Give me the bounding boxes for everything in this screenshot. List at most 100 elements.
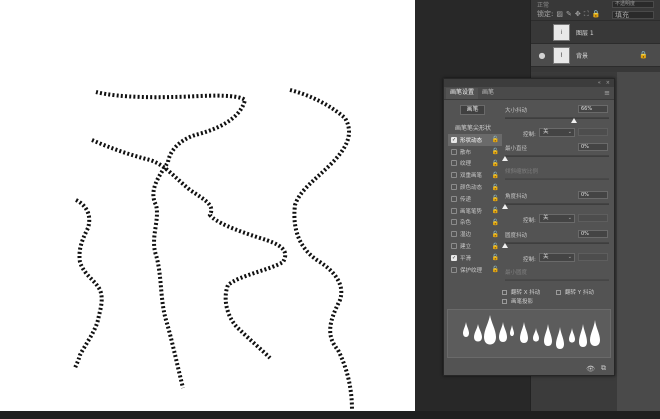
checkbox-icon[interactable]	[451, 266, 457, 273]
brush-option-item[interactable]: 散布 🔓	[448, 146, 502, 158]
brush-option-label: 形状动态	[460, 137, 483, 144]
brush-option-item[interactable]: 颜色动态 🔓	[448, 181, 502, 193]
lock-pixels-icon[interactable]: ✎	[566, 11, 572, 18]
angle-jitter-value[interactable]: 0%	[578, 191, 608, 199]
size-jitter-thumb[interactable]	[570, 118, 577, 123]
brush-option-label: 颜色动态	[460, 185, 483, 192]
roundness-jitter-label: 圆度抖动	[505, 233, 528, 239]
angle-jitter-label: 角度抖动	[505, 194, 528, 200]
checkbox-icon[interactable]: ✓	[451, 136, 457, 143]
control-select-3[interactable]: 关 ⌄	[539, 253, 575, 262]
checkbox-icon	[556, 289, 561, 295]
layer-row-background[interactable]: ● ⌇ 背景 🔒	[531, 44, 660, 67]
control-extra-field	[578, 253, 608, 261]
lock-icon[interactable]: 🔓	[492, 243, 499, 250]
lock-icon[interactable]: 🔓	[492, 172, 499, 179]
brush-options-list: 画笔笔尖形状 ✓ 形状动态 🔓 散布 🔓 纹理 🔓 双重画笔 🔓 颜色动态 🔓 传递 🔓 画笔笔势 🔓 杂色 🔓…	[448, 123, 502, 276]
brush-option-item[interactable]: 传递 🔓	[448, 193, 502, 205]
size-jitter-label: 大小抖动	[505, 108, 528, 114]
panel-menu-icon[interactable]: ≡	[604, 89, 614, 99]
brush-option-item[interactable]: 保护纹理 🔓	[448, 264, 502, 276]
lock-position-icon[interactable]: ✥	[575, 11, 581, 18]
document-canvas[interactable]	[0, 0, 415, 411]
control-select-2[interactable]: 关 ⌄	[539, 214, 575, 223]
lock-transparent-icon[interactable]: ▨	[556, 11, 563, 18]
layer-row-1[interactable]: ⁞ 图层 1	[531, 21, 660, 44]
lock-all-icon[interactable]: 🔒	[592, 11, 601, 18]
lock-icon[interactable]: 🔓	[492, 231, 499, 238]
lock-icon[interactable]: 🔓	[492, 266, 499, 273]
min-diameter-thumb[interactable]	[502, 156, 508, 161]
brush-option-item[interactable]: 画笔笔势 🔓	[448, 205, 502, 217]
min-diameter-slider[interactable]	[505, 155, 609, 157]
stroke-3	[289, 88, 354, 411]
checkbox-icon[interactable]	[451, 184, 457, 191]
checkbox-icon[interactable]: ✓	[451, 254, 457, 261]
layers-top-row: 正常 不透明度	[531, 0, 660, 9]
blend-mode-select[interactable]: 正常	[537, 0, 549, 9]
layer-name: 背景	[576, 52, 589, 60]
layer-name: 图层 1	[576, 29, 594, 37]
roundness-jitter-value[interactable]: 0%	[578, 230, 608, 238]
roundness-jitter-slider[interactable]	[505, 242, 609, 244]
lock-icon[interactable]: 🔓	[492, 160, 499, 167]
brush-projection-checkbox[interactable]: 画笔投影	[502, 297, 533, 305]
control-select-1[interactable]: 关 ⌄	[539, 128, 575, 137]
chevron-down-icon: ⌄	[567, 215, 572, 221]
brush-option-label: 纹理	[460, 161, 472, 168]
chevron-down-icon: ⌄	[567, 254, 572, 260]
checkbox-icon[interactable]	[451, 207, 457, 214]
brush-tip-shape-item[interactable]: 画笔笔尖形状	[448, 123, 502, 134]
fill-field[interactable]: 填充	[612, 10, 654, 19]
lock-artboard-icon[interactable]: ⛶	[584, 11, 589, 18]
opacity-field[interactable]: 不透明度	[612, 1, 654, 8]
lock-icon[interactable]: 🔓	[492, 195, 499, 202]
angle-jitter-slider[interactable]	[505, 203, 609, 205]
panel-titlebar[interactable]: « ×	[444, 79, 614, 87]
brush-option-label: 保护纹理	[460, 267, 483, 274]
brush-option-item[interactable]: 双重画笔 🔓	[448, 169, 502, 181]
angle-jitter-thumb[interactable]	[502, 204, 508, 209]
min-roundness-slider	[505, 279, 609, 281]
roundness-jitter-thumb[interactable]	[502, 243, 508, 248]
lock-icon[interactable]: 🔓	[492, 148, 499, 155]
size-jitter-slider[interactable]	[505, 117, 609, 119]
brush-option-label: 杂色	[460, 220, 472, 227]
control-label: 控制:	[523, 218, 536, 224]
close-icon[interactable]: ×	[606, 80, 610, 86]
collapse-icon[interactable]: «	[598, 80, 601, 86]
control-label: 控制:	[523, 132, 536, 138]
checkbox-icon[interactable]	[451, 172, 457, 179]
lock-icon[interactable]: 🔓	[492, 254, 499, 261]
checkbox-icon[interactable]	[451, 243, 457, 250]
brush-option-item[interactable]: 杂色 🔓	[448, 217, 502, 229]
flip-y-checkbox[interactable]: 翻转 Y 抖动	[556, 288, 594, 296]
size-jitter-value[interactable]: 66%	[578, 105, 608, 113]
lock-icon[interactable]: 🔓	[492, 136, 499, 143]
min-diameter-value[interactable]: 0%	[578, 143, 608, 151]
lock-icon[interactable]: 🔓	[492, 207, 499, 214]
checkbox-icon[interactable]	[451, 148, 457, 155]
checkbox-icon[interactable]	[451, 219, 457, 226]
brush-option-item[interactable]: ✓ 平滑 🔓	[448, 252, 502, 264]
checkbox-icon[interactable]	[451, 160, 457, 167]
brush-option-item[interactable]: 建立 🔓	[448, 240, 502, 252]
lock-icon[interactable]: 🔓	[492, 219, 499, 226]
tab-brushes[interactable]: 画笔	[478, 88, 498, 99]
checkbox-icon[interactable]	[451, 231, 457, 238]
lock-icon[interactable]: 🔓	[492, 184, 499, 191]
panel-footer: 👁 ⧉	[444, 362, 614, 375]
new-brush-icon[interactable]: ⧉	[601, 364, 606, 373]
brush-option-item[interactable]: ✓ 形状动态 🔓	[448, 134, 502, 146]
checkbox-icon[interactable]	[451, 195, 457, 202]
photoshop-workspace: 正常 不透明度 锁定: ▨ ✎ ✥ ⛶ 🔒 填充 ⁞ 图层 1 ● ⌇ 背景 🔒…	[0, 0, 660, 419]
brush-settings-panel: « × 画笔设置 画笔 ≡ 画笔 画笔笔尖形状 ✓ 形状动态 🔓 散布 🔓 纹理 🔓 双重画笔…	[443, 78, 615, 376]
tab-brush-settings[interactable]: 画笔设置	[446, 88, 479, 99]
tilt-scale-slider	[505, 178, 609, 180]
brush-presets-button[interactable]: 画笔	[460, 105, 485, 115]
brush-option-item[interactable]: 湿边 🔓	[448, 228, 502, 240]
eye-icon[interactable]: ●	[537, 51, 547, 60]
flip-x-checkbox[interactable]: 翻转 X 抖动	[502, 288, 540, 296]
toggle-preview-icon[interactable]: 👁	[586, 365, 595, 373]
brush-option-item[interactable]: 纹理 🔓	[448, 158, 502, 170]
